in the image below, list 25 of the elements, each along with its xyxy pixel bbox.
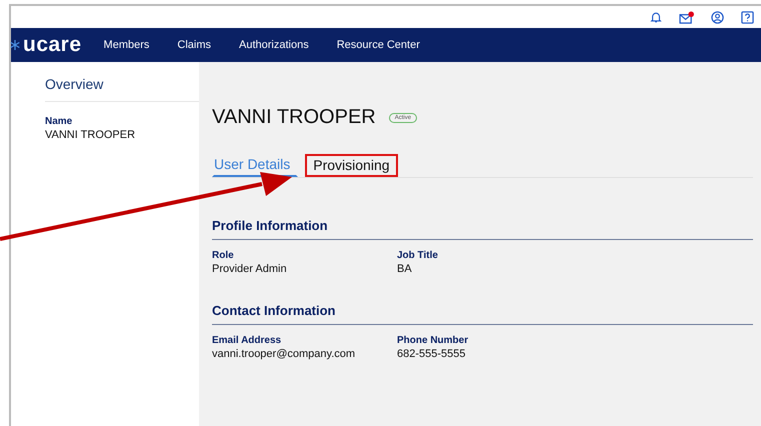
sidebar-title: Overview (45, 76, 104, 92)
bell-icon[interactable] (650, 10, 662, 24)
user-name: VANNI TROOPER (212, 106, 376, 129)
field-value: Provider Admin (212, 263, 288, 275)
logo-text[interactable]: ucare (23, 35, 82, 55)
nav-link[interactable]: Resource Center (336, 39, 420, 51)
field-value: 682-555-5555 (397, 348, 467, 360)
field-value: BA (397, 263, 413, 275)
section-title: Profile Information (212, 218, 753, 240)
section-title: Contact Information (212, 303, 753, 325)
field-label: Job Title (397, 250, 439, 261)
field-value: VANNI TROOPER (45, 129, 136, 141)
nav-link[interactable]: Members (104, 39, 150, 51)
field-label: Phone Number (397, 335, 470, 346)
help-icon[interactable] (741, 10, 754, 24)
tab[interactable]: Provisioning (305, 154, 398, 177)
nav-link[interactable]: Authorizations (239, 39, 309, 51)
field-value: vanni.trooper@company.com (212, 348, 356, 360)
field-label: Email Address (212, 335, 282, 346)
snowflake-icon (9, 39, 21, 51)
user-icon[interactable] (711, 10, 724, 24)
field-label: Name (45, 116, 74, 127)
mail-icon[interactable] (679, 10, 694, 24)
nav-link[interactable]: Claims (177, 39, 212, 51)
field-label: Role (212, 250, 235, 261)
